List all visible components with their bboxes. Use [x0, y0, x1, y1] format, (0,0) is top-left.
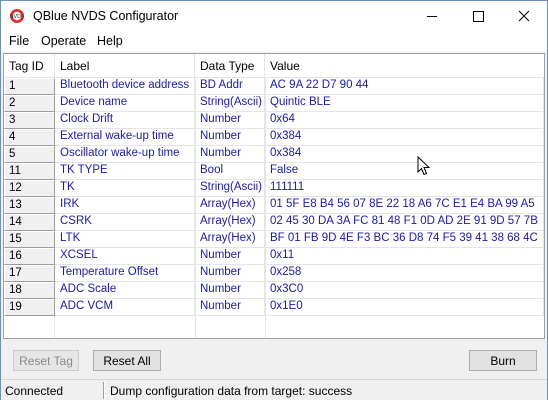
data-type-cell[interactable]: Array(Hex) — [195, 214, 265, 231]
tag-id-cell[interactable]: 11 — [4, 163, 55, 180]
status-separator — [103, 382, 105, 399]
data-type-cell[interactable]: Array(Hex) — [195, 197, 265, 214]
tag-id-cell[interactable]: 16 — [4, 248, 55, 265]
label-cell[interactable]: ADC Scale — [55, 282, 195, 299]
value-cell[interactable]: 0x3C0 — [265, 282, 544, 299]
data-type-cell[interactable]: Number — [195, 146, 265, 163]
column-header-value[interactable]: Value — [265, 54, 544, 78]
tag-id-cell[interactable]: 12 — [4, 180, 55, 197]
data-type-cell[interactable]: Number — [195, 265, 265, 282]
value-cell[interactable]: 0x11 — [265, 248, 544, 265]
value-cell[interactable]: 111111 — [265, 180, 544, 197]
label-cell[interactable]: TK TYPE — [55, 163, 195, 180]
table-row[interactable]: 3 Clock Drift Number 0x64 — [4, 112, 544, 129]
value-cell[interactable]: 0x64 — [265, 112, 544, 129]
label-cell[interactable]: XCSEL — [55, 248, 195, 265]
connection-status: Connected — [5, 384, 64, 398]
table-row[interactable]: 12 TK String(Ascii) 111111 — [4, 180, 544, 197]
table-row[interactable]: 4 External wake-up time Number 0x384 — [4, 129, 544, 146]
status-bar: Connected Dump configuration data from t… — [1, 379, 547, 400]
data-type-cell[interactable]: Number — [195, 112, 265, 129]
label-cell[interactable]: Device name — [55, 95, 195, 112]
app-window: NVDS QBlue NVDS Configurator File Operat… — [0, 0, 548, 400]
menu-file[interactable]: File — [9, 34, 29, 48]
column-header-data-type[interactable]: Data Type — [195, 54, 265, 78]
tag-id-cell[interactable]: 19 — [4, 299, 55, 316]
svg-text:NVDS: NVDS — [10, 14, 24, 20]
burn-button[interactable]: Burn — [469, 350, 537, 371]
table-row[interactable]: 19 ADC VCM Number 0x1E0 — [4, 299, 544, 316]
tag-id-cell[interactable]: 5 — [4, 146, 55, 163]
value-cell[interactable]: 02 45 30 DA 3A FC 81 48 F1 0D AD 2E 91 9… — [265, 214, 544, 231]
status-message: Dump configuration data from target: suc… — [110, 384, 353, 398]
mouse-cursor-icon — [417, 156, 431, 176]
label-cell[interactable]: CSRK — [55, 214, 195, 231]
table-row[interactable]: 16 XCSEL Number 0x11 — [4, 248, 544, 265]
value-cell[interactable]: 0x258 — [265, 265, 544, 282]
label-cell[interactable]: Bluetooth device address — [55, 78, 195, 95]
data-type-cell[interactable]: Number — [195, 282, 265, 299]
maximize-icon[interactable] — [455, 1, 501, 31]
data-type-cell[interactable]: Number — [195, 248, 265, 265]
label-cell[interactable]: External wake-up time — [55, 129, 195, 146]
table-row[interactable]: 17 Temperature Offset Number 0x258 — [4, 265, 544, 282]
label-cell[interactable]: Oscillator wake-up time — [55, 146, 195, 163]
table-row[interactable]: 1 Bluetooth device address BD Addr AC 9A 22… — [4, 78, 544, 95]
label-cell[interactable]: Temperature Offset — [55, 265, 195, 282]
column-header-label[interactable]: Label — [55, 54, 195, 78]
tag-id-cell[interactable]: 14 — [4, 214, 55, 231]
value-cell[interactable]: 0x384 — [265, 129, 544, 146]
data-type-cell[interactable]: Number — [195, 129, 265, 146]
tag-id-cell[interactable]: 17 — [4, 265, 55, 282]
tag-id-cell[interactable]: 4 — [4, 129, 55, 146]
nvds-table[interactable]: Tag ID Label Data Type Value 1 Bluetooth … — [3, 53, 545, 339]
table-row[interactable]: 2 Device name String(Ascii) Quintic BLE — [4, 95, 544, 112]
label-cell[interactable]: LTK — [55, 231, 195, 248]
menu-operate[interactable]: Operate — [41, 34, 86, 48]
value-cell[interactable]: 01 5F E8 B4 56 07 8E 22 18 A6 7C E1 E4 B… — [265, 197, 544, 214]
title-bar[interactable]: NVDS QBlue NVDS Configurator — [1, 1, 547, 31]
data-type-cell[interactable]: BD Addr — [195, 78, 265, 95]
label-cell[interactable]: IRK — [55, 197, 195, 214]
tag-id-cell[interactable]: 15 — [4, 231, 55, 248]
tag-id-cell[interactable]: 1 — [4, 78, 55, 95]
data-type-cell[interactable]: Bool — [195, 163, 265, 180]
value-cell[interactable]: 0x1E0 — [265, 299, 544, 316]
value-cell[interactable]: BF 01 FB 9D 4E F3 BC 36 D8 74 F5 39 41 3… — [265, 231, 544, 248]
reset-all-button[interactable]: Reset All — [93, 350, 161, 371]
tag-id-cell[interactable]: 3 — [4, 112, 55, 129]
data-type-cell[interactable]: Array(Hex) — [195, 231, 265, 248]
table-row[interactable]: 15 LTK Array(Hex) BF 01 FB 9D 4E F3 BC 36 D… — [4, 231, 544, 248]
minimize-icon[interactable] — [409, 1, 455, 31]
label-cell[interactable]: Clock Drift — [55, 112, 195, 129]
table-row[interactable]: 14 CSRK Array(Hex) 02 45 30 DA 3A FC 81 48 … — [4, 214, 544, 231]
label-cell[interactable]: TK — [55, 180, 195, 197]
tag-id-cell[interactable]: 18 — [4, 282, 55, 299]
data-type-cell[interactable]: Number — [195, 299, 265, 316]
data-type-cell[interactable]: String(Ascii) — [195, 95, 265, 112]
reset-tag-button[interactable]: Reset Tag — [13, 350, 79, 371]
value-cell[interactable]: Quintic BLE — [265, 95, 544, 112]
table-row[interactable]: 13 IRK Array(Hex) 01 5F E8 B4 56 07 8E 22 1… — [4, 197, 544, 214]
table-row[interactable]: 11 TK TYPE Bool False — [4, 163, 544, 180]
column-header-tag-id[interactable]: Tag ID — [4, 54, 55, 78]
menu-help[interactable]: Help — [97, 34, 123, 48]
label-cell[interactable]: ADC VCM — [55, 299, 195, 316]
value-cell[interactable]: False — [265, 163, 544, 180]
data-type-cell[interactable]: String(Ascii) — [195, 180, 265, 197]
value-cell[interactable]: 0x384 — [265, 146, 544, 163]
menu-bar: File Operate Help — [1, 31, 547, 52]
qblue-app-icon: NVDS — [10, 9, 24, 23]
table-row[interactable]: 5 Oscillator wake-up time Number 0x384 — [4, 146, 544, 163]
tag-id-cell[interactable]: 13 — [4, 197, 55, 214]
value-cell[interactable]: AC 9A 22 D7 90 44 — [265, 78, 544, 95]
window-title: QBlue NVDS Configurator — [33, 9, 179, 23]
table-row[interactable]: 18 ADC Scale Number 0x3C0 — [4, 282, 544, 299]
tag-id-cell[interactable]: 2 — [4, 95, 55, 112]
close-icon[interactable] — [501, 1, 547, 31]
